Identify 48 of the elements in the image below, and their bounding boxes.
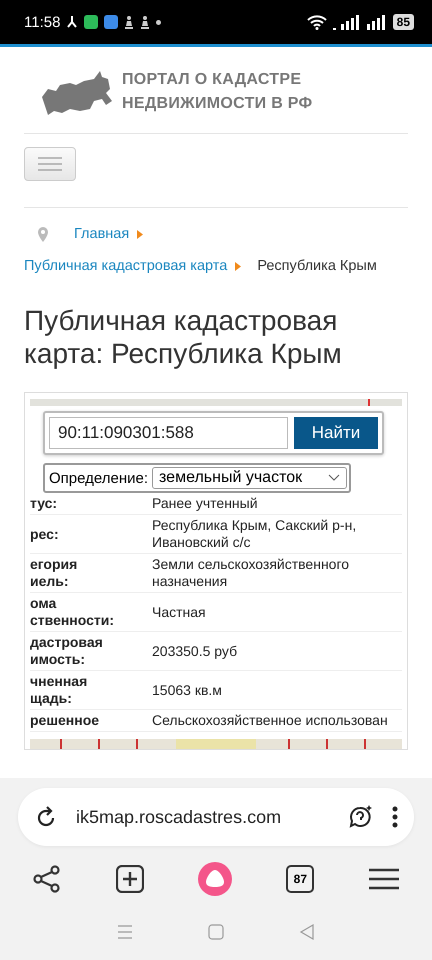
dot-icon	[156, 20, 162, 24]
breadcrumb-current: Республика Крым	[257, 258, 377, 274]
attribute-label: дастровая имость:	[30, 633, 104, 669]
attribute-label: решенное	[30, 711, 100, 730]
app-icon	[84, 15, 98, 29]
new-tab-icon[interactable]	[116, 865, 144, 893]
definition-label: Определение:	[49, 470, 148, 486]
menu-icon	[38, 157, 62, 171]
menu-icon[interactable]	[368, 868, 399, 890]
assistant-icon[interactable]	[198, 862, 232, 896]
chevron-down-icon	[328, 474, 340, 482]
menu-button[interactable]	[24, 147, 76, 181]
attribute-value: 203350.5 руб	[151, 642, 238, 661]
attribute-label: рес:	[30, 524, 60, 544]
breadcrumb-link[interactable]: Публичная кадастровая карта	[24, 258, 228, 274]
caret-icon	[235, 262, 242, 270]
chess-pawn-icon	[140, 15, 150, 29]
clock: 11:58	[24, 14, 60, 30]
attribute-value: 15063 кв.м	[151, 680, 223, 700]
attribute-value: Земли сельскохозяйственного назначения	[151, 555, 350, 591]
figure-icon	[66, 15, 78, 29]
back-icon[interactable]	[298, 924, 315, 940]
attribute-label: егория иель:	[30, 555, 78, 591]
attribute-label: тус:	[30, 494, 58, 513]
wifi-icon	[306, 14, 327, 30]
definition-select[interactable]: земельный участок	[152, 467, 348, 489]
caret-icon	[137, 230, 144, 238]
attribute-label: чненная щадь:	[30, 672, 88, 708]
tabs-counter[interactable]: 87	[286, 865, 314, 893]
attribute-value: Частная	[151, 602, 207, 622]
page-title: Публичная кадастровая карта: Республика Крым	[24, 304, 343, 370]
location-pin-icon	[38, 226, 48, 242]
home-icon[interactable]	[208, 924, 224, 940]
breadcrumb-link[interactable]: Главная	[74, 226, 130, 242]
signal-icon	[366, 14, 387, 30]
more-icon[interactable]	[392, 806, 398, 828]
attribute-value: Республика Крым, Сакский р-н, Ивановский с/с	[151, 516, 358, 552]
chess-pawn-icon	[124, 15, 134, 29]
attribute-value: Ранее учтенный	[151, 494, 259, 513]
attribute-value: Сельскохозяйственное использован	[151, 711, 389, 730]
battery-level: 85	[392, 14, 414, 30]
question-bubble-icon[interactable]	[348, 804, 374, 830]
signal-icon	[332, 14, 361, 30]
site-logo-text[interactable]: ПОРТАЛ О КАДАСТРЕ НЕДВИЖИМОСТИ В РФ	[122, 68, 313, 116]
find-button[interactable]: Найти	[294, 417, 378, 449]
share-icon[interactable]	[33, 865, 62, 893]
attribute-label: ома ственности:	[30, 594, 116, 630]
cadastral-number-field[interactable]: 90:11:090301:588	[49, 417, 288, 449]
